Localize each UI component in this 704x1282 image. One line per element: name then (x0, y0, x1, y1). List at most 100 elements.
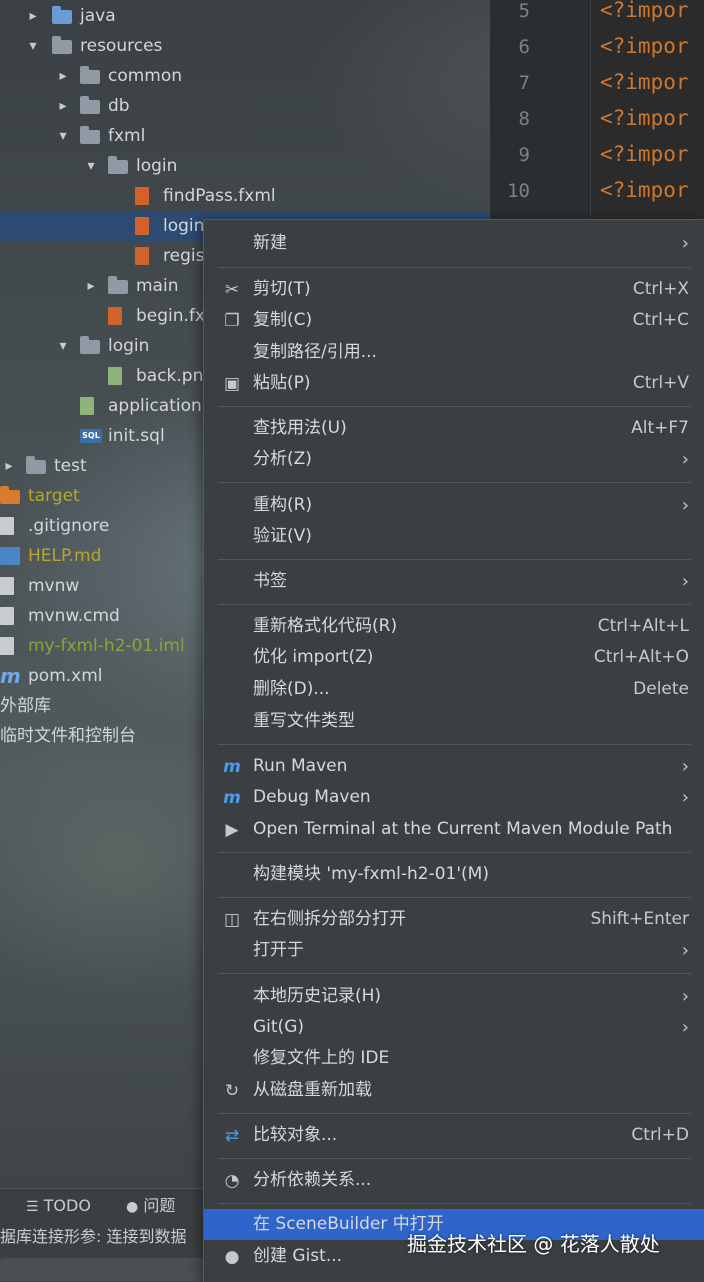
tree-item-label: findPass.fxml (163, 186, 276, 206)
menu-item-label: 新建 (253, 233, 287, 253)
tool-window-bar: ☰ TODO ● 问题 (0, 1188, 210, 1222)
menu-item[interactable]: 新建 › (204, 228, 704, 259)
problems-tab[interactable]: ● 问题 (126, 1189, 175, 1222)
menu-separator (218, 1113, 691, 1114)
menu-item[interactable]: m Debug Maven › (204, 782, 704, 813)
tree-item[interactable]: ▸ common (0, 61, 490, 91)
spring-config-icon (80, 397, 94, 415)
menu-item[interactable]: ▶ Open Terminal at the Current Maven Modu… (204, 814, 704, 845)
tree-item-label: HELP.md (28, 546, 102, 566)
folder-icon (80, 96, 100, 114)
menu-item[interactable]: 删除(D)... Delete (204, 674, 704, 705)
chevron-right-icon[interactable]: ▸ (26, 1, 40, 31)
chevron-down-icon[interactable]: ▾ (84, 151, 98, 181)
menu-item[interactable]: 重构(R) › (204, 490, 704, 521)
menu-item[interactable]: ◔ 分析依赖关系... (204, 1165, 704, 1196)
menu-item[interactable]: 复制路径/引用... (204, 337, 704, 368)
line-number: 7 (518, 72, 530, 94)
submenu-arrow-icon: › (681, 787, 689, 808)
menu-item-shortcut: Ctrl+V (632, 373, 689, 393)
menu-item[interactable]: 修复文件上的 IDE (204, 1043, 704, 1074)
menu-item[interactable]: 查找用法(U) Alt+F7 (204, 413, 704, 444)
menu-item[interactable]: ✂ 剪切(T) Ctrl+X (204, 274, 704, 305)
analyze-icon: ◔ (224, 1171, 240, 1191)
tree-item-label: login (136, 156, 178, 176)
chevron-right-icon[interactable]: ▸ (84, 271, 98, 301)
menu-separator (218, 267, 691, 268)
menu-item-shortcut: Ctrl+Alt+L (597, 616, 689, 636)
menu-separator (218, 604, 691, 605)
tree-item-label: init.sql (108, 426, 165, 446)
menu-item-label: 优化 import(Z) (253, 647, 374, 667)
folder-icon (80, 336, 100, 354)
todo-tab-label: TODO (43, 1196, 91, 1215)
menu-item[interactable]: 重写文件类型 (204, 706, 704, 737)
tree-item-label: resources (80, 36, 163, 56)
chevron-down-icon[interactable]: ▾ (56, 121, 70, 151)
todo-tab[interactable]: ☰ TODO (26, 1189, 91, 1222)
menu-item[interactable]: 书签 › (204, 566, 704, 597)
menu-item[interactable]: 分析(Z) › (204, 444, 704, 475)
menu-item-label: Debug Maven (253, 787, 371, 807)
chevron-right-icon[interactable]: ▸ (2, 451, 16, 481)
copy-icon: ❐ (224, 311, 240, 331)
context-menu: 新建 › ✂ 剪切(T) Ctrl+X ❐ 复制(C) Ctrl+C 复制路径/引用... ▣ 粘贴… (203, 219, 704, 1282)
menu-separator (218, 559, 691, 560)
chevron-down-icon[interactable]: ▾ (26, 31, 40, 61)
menu-item[interactable]: 构建模块 'my-fxml-h2-01'(M) (204, 859, 704, 890)
info-icon: ● (126, 1199, 139, 1215)
watermark: 掘金技术社区 @ 花落人散处 (407, 1232, 660, 1256)
menu-item-label: 从磁盘重新加载 (253, 1080, 372, 1100)
code-line: <?impor (600, 70, 689, 94)
tree-item-label: mvnw.cmd (28, 606, 120, 626)
menu-item-label: 在右侧拆分部分打开 (253, 909, 406, 929)
menu-item[interactable]: ↻ 从磁盘重新加载 (204, 1075, 704, 1106)
tree-item[interactable]: ▸ java (0, 1, 490, 31)
menu-item[interactable]: m Run Maven › (204, 751, 704, 782)
terminal-icon: ▶ (225, 820, 239, 840)
tree-item[interactable]: ▾ resources (0, 31, 490, 61)
chevron-right-icon[interactable]: ▸ (56, 91, 70, 121)
tree-item-label: my-fxml-h2-01.iml (28, 636, 185, 656)
tree-item-label: fxml (108, 126, 146, 146)
code-line: <?impor (600, 34, 689, 58)
menu-item[interactable]: 打开于 › (204, 935, 704, 966)
submenu-arrow-icon: › (681, 986, 689, 1007)
iml-file-icon (0, 637, 14, 655)
tree-item[interactable]: ▸ db (0, 91, 490, 121)
tree-item-label: mvnw (28, 576, 80, 596)
menu-item-label: 本地历史记录(H) (253, 986, 382, 1006)
chevron-down-icon[interactable]: ▾ (56, 331, 70, 361)
menu-item[interactable]: 验证(V) (204, 521, 704, 552)
menu-item[interactable]: 重新格式化代码(R) Ctrl+Alt+L (204, 611, 704, 642)
folder-icon (80, 126, 100, 144)
chevron-right-icon[interactable]: ▸ (56, 61, 70, 91)
reload-icon: ↻ (224, 1081, 240, 1101)
tree-item-label: application (108, 396, 202, 416)
menu-item[interactable]: ⇄ 比较对象... Ctrl+D (204, 1120, 704, 1151)
menu-item-label: 分析(Z) (253, 449, 312, 469)
menu-item[interactable]: 本地历史记录(H) › (204, 981, 704, 1012)
tree-item-label: common (108, 66, 183, 86)
menu-item[interactable]: ◫ 在右侧拆分部分打开 Shift+Enter (204, 904, 704, 935)
tree-item[interactable]: findPass.fxml (0, 181, 490, 211)
menu-item-label: 修复文件上的 IDE (253, 1048, 390, 1068)
menu-separator (218, 406, 691, 407)
tree-item-label: begin.fx (136, 306, 205, 326)
code-line: <?impor (600, 178, 689, 202)
code-line: <?impor (600, 142, 689, 166)
line-number: 10 (507, 180, 530, 202)
menu-item[interactable]: ▣ 粘贴(P) Ctrl+V (204, 368, 704, 399)
file-icon (0, 517, 14, 535)
tree-item-label: 外部库 (0, 696, 51, 716)
tree-item[interactable]: ▾ login (0, 151, 490, 181)
markdown-file-icon (0, 547, 20, 565)
menu-item[interactable]: 优化 import(Z) Ctrl+Alt+O (204, 642, 704, 673)
menu-item[interactable]: ❐ 复制(C) Ctrl+C (204, 305, 704, 336)
tree-item[interactable]: ▾ fxml (0, 121, 490, 151)
search-bar[interactable] (0, 1258, 210, 1281)
image-file-icon (108, 367, 122, 385)
menu-item[interactable]: Git(G) › (204, 1012, 704, 1043)
menu-item-label: Git(G) (253, 1017, 304, 1037)
maven-debug-icon: m (223, 788, 241, 808)
